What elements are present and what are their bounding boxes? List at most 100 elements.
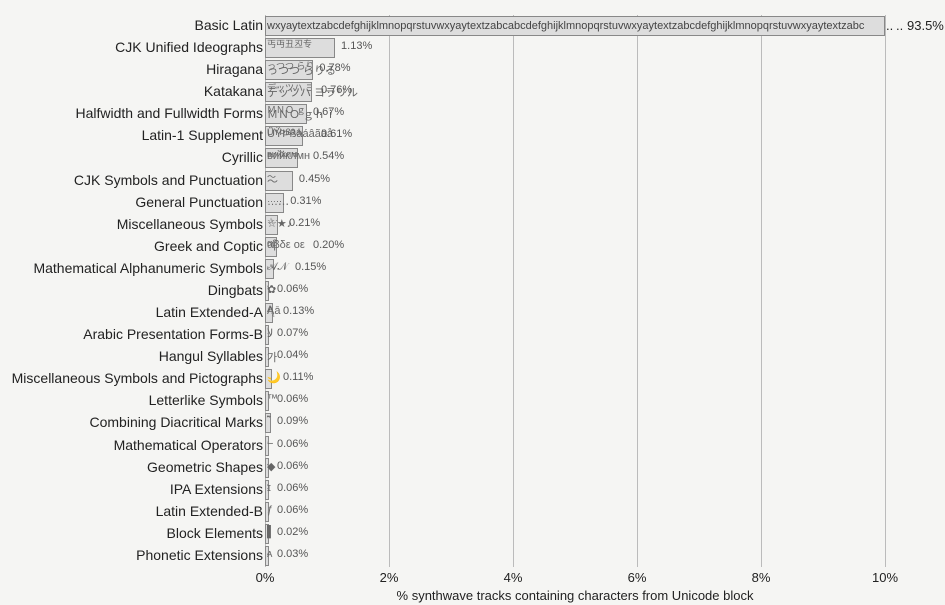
bar: ƒ: [265, 502, 269, 522]
x-axis-label: % synthwave tracks containing characters…: [265, 588, 885, 603]
category-label: Dingbats: [3, 282, 263, 298]
value-label: 0.13%: [283, 305, 314, 317]
x-tick-label: 2%: [369, 570, 409, 585]
bar-row: Latin-1 SupplementÜÝÞßàáâãäåÜÝÞßàáâãäå0.…: [0, 125, 945, 147]
bar: ÜÝÞßàáâãäå: [265, 126, 303, 146]
category-label: Hiragana: [3, 61, 263, 77]
bar: 가: [265, 347, 269, 367]
category-label: Mathematical Operators: [3, 437, 263, 453]
category-label: General Punctuation: [3, 194, 263, 210]
value-label: 0.11%: [283, 371, 313, 383]
bar: デッツハ ヨラリル: [265, 82, 312, 102]
bar-row: CJK Symbols and Punctuation〜〜0.45%: [0, 170, 945, 192]
category-label: Latin Extended-A: [3, 304, 263, 320]
unicode-block-bar-chart: Basic Latinwxyaytextzabcdefghijklmnopqrs…: [0, 0, 945, 605]
value-label: 0.21%: [289, 217, 320, 229]
value-label: 0.31%: [290, 195, 321, 207]
bar-row: Arabic Presentation Forms-Bﻻﻻ0.07%: [0, 324, 945, 346]
value-label: 0.09%: [277, 415, 308, 427]
bar: ◆: [265, 458, 269, 478]
bar-row: Mathematical Alphanumeric Symbols𝒜𝒩𝒜𝒩0.1…: [0, 258, 945, 280]
bar-row: IPA Extensionsɪɪ0.06%: [0, 479, 945, 501]
category-label: Phonetic Extensions: [3, 547, 263, 563]
value-label: 0.06%: [277, 504, 308, 516]
value-label: 0.20%: [313, 239, 344, 251]
bar-row: Combining Diacritical Marks̃̃0.09%: [0, 412, 945, 434]
category-label: IPA Extensions: [3, 481, 263, 497]
bar: ̃: [265, 413, 271, 433]
bar-row: General Punctuation…‥․…‥․0.31%: [0, 192, 945, 214]
category-label: Miscellaneous Symbols and Pictographs: [3, 370, 263, 386]
value-label: 0.54%: [313, 150, 344, 162]
category-label: Geometric Shapes: [3, 459, 263, 475]
bar-row: Geometric Shapes◆◆0.06%: [0, 457, 945, 479]
category-label: Letterlike Symbols: [3, 392, 263, 408]
bar: ☆★♪: [265, 215, 278, 235]
category-label: CJK Unified Ideographs: [3, 39, 263, 55]
value-label: 0.04%: [277, 349, 308, 361]
bar-row: Miscellaneous Symbols and Pictographs🌙🌙0…: [0, 368, 945, 390]
bar: 🌙: [265, 369, 272, 389]
value-label: 0.67%: [313, 106, 344, 118]
value-label: 0.78%: [319, 62, 350, 74]
bar: wxyaytextzabcdefghijklmnopqrstuvwxyaytex…: [265, 16, 885, 36]
bar: −: [265, 436, 269, 456]
bar-row: Basic Latinwxyaytextzabcdefghijklmnopqrs…: [0, 15, 945, 37]
value-label: 0.07%: [277, 327, 308, 339]
bar-row: Latin Extended-Bƒƒ0.06%: [0, 501, 945, 523]
x-tick-label: 8%: [741, 570, 781, 585]
bar: ɪ: [265, 480, 269, 500]
x-tick-label: 6%: [617, 570, 657, 585]
bar-row: Phonetic Extensionsᴀᴀ0.03%: [0, 545, 945, 567]
value-label: 93.5%: [907, 18, 944, 33]
x-tick-label: 4%: [493, 570, 533, 585]
bar: 〜: [265, 171, 293, 191]
bar-row: Katakanaデッツハ ヨラリルデッツハ ヨラリル0.76%: [0, 81, 945, 103]
bar-row: Mathematical Operators−−0.06%: [0, 435, 945, 457]
value-label: 0.15%: [295, 261, 326, 273]
bar: ᴀ: [265, 546, 269, 566]
axis-break-right: ..: [896, 18, 903, 33]
bar: Ąā: [265, 303, 273, 323]
value-label: 0.76%: [321, 84, 352, 96]
axis-break-left: ..: [886, 18, 893, 33]
bar: 丐丏丑丒专: [265, 38, 335, 58]
bar-row: Miscellaneous Symbols☆★♪☆★♪0.21%: [0, 214, 945, 236]
category-label: Block Elements: [3, 525, 263, 541]
category-label: Latin-1 Supplement: [3, 127, 263, 143]
value-label: 0.06%: [277, 482, 308, 494]
bar: っつつ らりる: [265, 60, 313, 80]
value-label: 0.06%: [277, 460, 308, 472]
category-label: Greek and Coptic: [3, 238, 263, 254]
category-label: Arabic Presentation Forms-B: [3, 326, 263, 342]
category-label: Mathematical Alphanumeric Symbols: [3, 260, 263, 276]
bar: ▌: [265, 524, 269, 544]
category-label: Hangul Syllables: [3, 348, 263, 364]
x-tick-label: 10%: [865, 570, 905, 585]
value-label: 1.13%: [341, 40, 372, 52]
category-label: Katakana: [3, 83, 263, 99]
category-label: Combining Diacritical Marks: [3, 414, 263, 430]
category-label: CJK Symbols and Punctuation: [3, 172, 263, 188]
bar: …‥․: [265, 193, 284, 213]
x-tick-label: 0%: [245, 570, 285, 585]
value-label: 0.61%: [321, 128, 352, 140]
category-label: Halfwidth and Fullwidth Forms: [3, 105, 263, 121]
bar: ﻻ: [265, 325, 269, 345]
bar: ＭＮＯ ｇｈｉ: [265, 104, 307, 124]
bar: 𝒜𝒩: [265, 259, 274, 279]
bar: αβδε οε: [265, 237, 277, 257]
category-label: Basic Latin: [3, 17, 263, 33]
value-label: 0.45%: [299, 173, 330, 185]
category-label: Miscellaneous Symbols: [3, 216, 263, 232]
value-label: 0.06%: [277, 438, 308, 450]
bar-row: Latin Extended-AĄāĄā0.13%: [0, 302, 945, 324]
category-label: Latin Extended-B: [3, 503, 263, 519]
bar-row: Halfwidth and Fullwidth FormsＭＮＯ ｇｈｉＭＮＯ …: [0, 103, 945, 125]
bar: ™: [265, 391, 269, 411]
value-label: 0.02%: [277, 526, 308, 538]
bar-row: Hiraganaっつつ らりるっつつ らりる0.78%: [0, 59, 945, 81]
category-label: Cyrillic: [3, 149, 263, 165]
value-label: 0.03%: [277, 548, 308, 560]
bar-row: Dingbats✿✿0.06%: [0, 280, 945, 302]
